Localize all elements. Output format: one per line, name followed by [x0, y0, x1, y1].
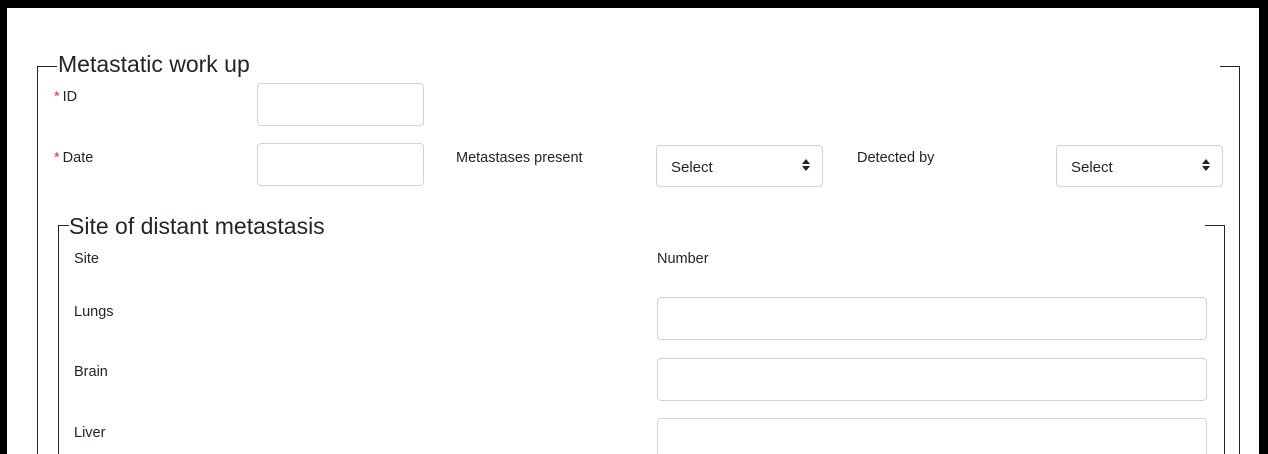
- metastases-present-value: Select: [671, 159, 713, 176]
- form-page: Metastatic work up * ID * Date Metastases …: [7, 8, 1259, 454]
- metastatic-legend: Metastatic work up: [58, 51, 250, 77]
- brain-number-input[interactable]: [657, 358, 1207, 401]
- inner-fieldset-border-right: [1224, 225, 1225, 454]
- site-label-lungs: Lungs: [74, 304, 114, 320]
- site-label-liver: Liver: [74, 425, 106, 441]
- fieldset-border-top-right: [1220, 66, 1240, 67]
- required-mark: *: [54, 150, 60, 166]
- detected-by-label: Detected by: [857, 150, 935, 166]
- site-label-brain: Brain: [74, 364, 108, 380]
- inner-fieldset-border-top-right: [1205, 225, 1225, 226]
- detected-by-select[interactable]: Select: [1056, 145, 1223, 187]
- id-label: * ID: [54, 90, 77, 105]
- inner-fieldset-border-left: [58, 225, 59, 454]
- lungs-number-input[interactable]: [657, 297, 1207, 340]
- date-label-text: Date: [62, 150, 94, 166]
- number-column-header: Number: [657, 251, 709, 267]
- date-label: * Date: [54, 151, 93, 166]
- site-column-header: Site: [74, 251, 99, 267]
- inner-fieldset-border-top-left: [58, 225, 69, 226]
- date-input[interactable]: [257, 143, 424, 186]
- id-input[interactable]: [257, 83, 424, 126]
- liver-number-input[interactable]: [657, 418, 1207, 454]
- fieldset-border-right: [1239, 66, 1240, 454]
- fieldset-border-left: [37, 66, 38, 454]
- metastases-present-select[interactable]: Select: [656, 145, 823, 187]
- fieldset-border-top-left: [37, 66, 57, 67]
- metastases-present-label: Metastases present: [456, 150, 583, 166]
- detected-by-value: Select: [1071, 159, 1113, 176]
- sort-arrows-icon: [1202, 159, 1210, 171]
- required-mark: *: [54, 89, 60, 105]
- sort-arrows-icon: [802, 159, 810, 171]
- id-label-text: ID: [62, 89, 78, 105]
- site-legend: Site of distant metastasis: [69, 213, 325, 239]
